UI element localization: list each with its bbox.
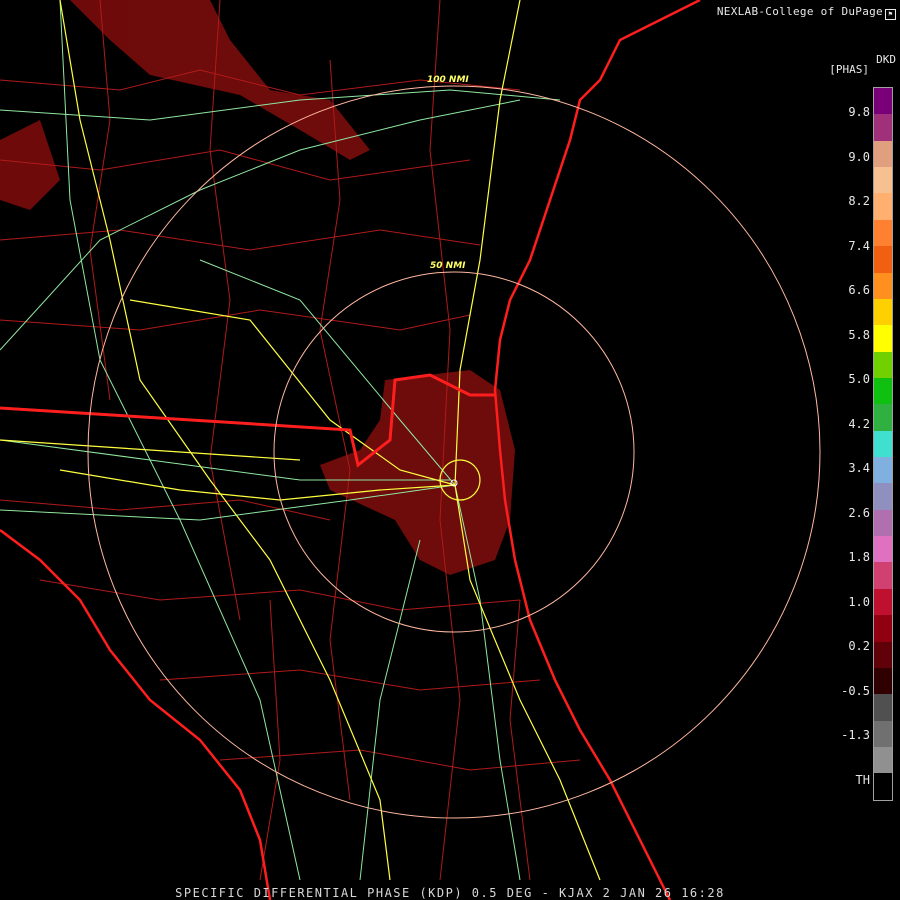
product-footer: SPECIFIC DIFFERENTIAL PHASE (KDP) 0.5 DE… [175,886,725,900]
colorbar-swatch [874,667,892,695]
colorbar-swatch [874,404,892,431]
colorbar-swatch [874,457,892,484]
legend-tick: 9.8 [848,105,870,119]
legend-tick: 5.0 [848,372,870,386]
colorbar-swatch [874,272,892,299]
legend-tick: 1.0 [848,594,870,609]
legend-tick: -1.3 [841,728,870,742]
legend-tick: 7.4 [848,238,870,253]
colorbar-swatch [874,509,892,537]
legend-tick: 5.8 [848,327,870,342]
legend-tick: 3.4 [848,461,870,475]
colorbar-swatch [874,641,892,668]
colorbar-swatch [874,588,892,616]
colorbar-swatch [874,167,892,194]
legend-tick: TH [855,772,870,787]
colorbar-swatch [874,536,892,563]
colorbar-swatch [874,140,892,168]
legend-tick: 6.6 [848,283,870,297]
colorbar-swatch [874,773,892,800]
legend-tick: 8.2 [848,194,870,208]
legend-tick: 9.0 [848,149,870,164]
legend-tick: 2.6 [848,505,870,520]
product-code: DKD [876,53,896,66]
colorbar-swatch [874,219,892,247]
colorbar-swatch [874,377,892,405]
colorbar-swatch [874,483,892,510]
legend-tick: -0.5 [841,683,870,698]
ring-label-50: 50 NMI [430,261,466,271]
colorbar-swatch [874,720,892,747]
colorbar-swatch [874,746,892,774]
legend-ticks: 9.8 9.0 8.2 7.4 6.6 5.8 5.0 4.2 3.4 2.6 1.8 1.0 0.2 -… [820,0,870,900]
colorbar-swatch [874,88,892,115]
legend-tick: 1.8 [848,550,870,564]
colorbar [873,87,893,801]
colorbar-swatch [874,615,892,642]
legend-tick: 0.2 [848,639,870,653]
colorbar-swatch [874,114,892,141]
colorbar-swatch [874,298,892,326]
ring-label-100: 100 NMI [427,75,469,85]
colorbar-swatch [874,430,892,458]
radar-map: 100 NMI 50 NMI [0,0,900,900]
colorbar-swatch [874,562,892,589]
colorbar-swatch [874,246,892,273]
legend-tick: 4.2 [848,416,870,431]
colorbar-swatch [874,694,892,721]
credit-flag-icon: ⚑ [885,9,896,20]
colorbar-swatch [874,193,892,220]
colorbar-swatch [874,351,892,378]
colorbar-swatch [874,325,892,352]
